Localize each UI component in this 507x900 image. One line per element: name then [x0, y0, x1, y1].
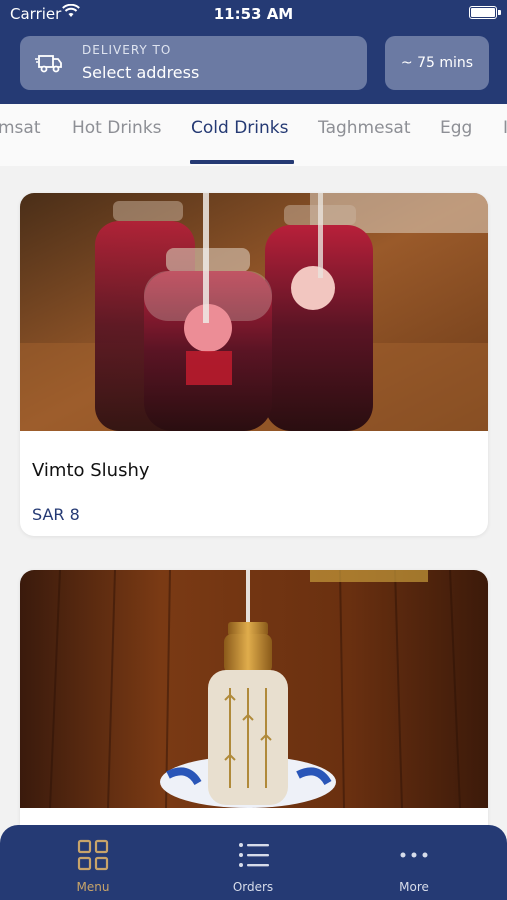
tab-egg[interactable]: Egg — [440, 118, 472, 138]
eta-label: ~ 75 mins — [400, 55, 474, 71]
tabbar-more[interactable]: More — [354, 825, 474, 900]
vimto-slushy-image — [20, 193, 488, 431]
grid-icon — [77, 839, 109, 871]
menu-item-price: SAR 8 — [32, 505, 80, 524]
tab-cold-drinks[interactable]: Cold Drinks — [191, 118, 288, 138]
delivery-eta-badge[interactable]: ~ 75 mins — [385, 36, 489, 90]
tabbar-menu-label: Menu — [76, 880, 110, 894]
tab-hot-drinks[interactable]: Hot Drinks — [72, 118, 162, 138]
category-tabs: msat Hot Drinks Cold Drinks Taghmesat Eg… — [0, 104, 507, 166]
status-time: 11:53 AM — [213, 5, 294, 23]
active-tab-indicator — [190, 160, 294, 164]
delivery-truck-icon — [35, 55, 62, 73]
drink-bottle-image — [20, 570, 488, 808]
app-header: Carrier 11:53 AM DELIVERY TO Select addr… — [0, 0, 507, 104]
tab-msat[interactable]: msat — [0, 118, 41, 138]
more-dots-icon — [400, 852, 428, 858]
menu-item-name: Vimto Slushy — [32, 460, 150, 481]
bottom-tab-bar: Menu Orders More — [0, 825, 507, 900]
battery-tip — [498, 10, 501, 15]
delivery-address-selector[interactable]: DELIVERY TO Select address — [20, 36, 367, 90]
tab-taghmesat[interactable]: Taghmesat — [318, 118, 411, 138]
tabbar-orders[interactable]: Orders — [193, 825, 313, 900]
tabbar-menu[interactable]: Menu — [33, 825, 153, 900]
status-bar: Carrier 11:53 AM — [0, 0, 507, 28]
list-icon — [239, 843, 269, 867]
tabbar-more-label: More — [399, 880, 429, 894]
tab-next[interactable]: I — [503, 118, 507, 138]
delivery-label: DELIVERY TO — [82, 43, 172, 57]
delivery-address-value: Select address — [82, 63, 200, 82]
tabbar-orders-label: Orders — [232, 880, 274, 894]
menu-item-card[interactable]: Vimto Slushy SAR 8 — [20, 193, 488, 536]
battery-icon — [469, 6, 497, 19]
